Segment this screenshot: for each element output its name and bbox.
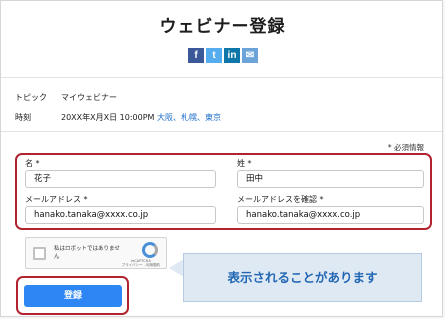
share-bar: f t in ✉ [188, 48, 258, 63]
email-confirm-label: メールアドレスを確認 * [237, 195, 324, 204]
recaptcha-widget: 私はロボットではありません reCAPTCHA プライバシー - 利用規約 [25, 237, 167, 269]
time-label: 時刻 [15, 113, 31, 122]
callout-pointer [169, 259, 184, 277]
time-row: 時刻 20XX年X月X日 10:00PM 大阪、札幌、東京 [15, 112, 221, 123]
twitter-icon[interactable]: t [206, 48, 222, 63]
recaptcha-logo-icon [142, 242, 158, 258]
recaptcha-brand: reCAPTCHA プライバシー - 利用規約 [122, 259, 160, 267]
divider [1, 77, 444, 78]
divider [1, 131, 444, 132]
callout-text: 表示されることがあります [227, 270, 378, 285]
recaptcha-links[interactable]: プライバシー - 利用規約 [122, 263, 160, 267]
time-value-wrap: 20XX年X月X日 10:00PM 大阪、札幌、東京 [61, 112, 221, 123]
topic-row: トピック マイウェビナー [15, 92, 117, 103]
facebook-icon[interactable]: f [188, 48, 204, 63]
last-name-label: 姓 * [237, 159, 252, 168]
topic-value: マイウェビナー [61, 93, 117, 102]
recaptcha-checkbox[interactable] [33, 247, 46, 260]
time-value: 20XX年X月X日 10:00PM [61, 113, 155, 122]
email-confirm-input[interactable]: hanako.tanaka@xxxx.co.jp [237, 206, 424, 224]
first-name-input[interactable]: 花子 [25, 170, 216, 188]
required-note: * 必須情報 [387, 143, 424, 152]
mail-icon[interactable]: ✉ [242, 48, 258, 63]
last-name-input[interactable]: 田中 [237, 170, 424, 188]
recaptcha-text: 私はロボットではありません [54, 246, 120, 260]
topic-label: トピック [15, 93, 47, 102]
timezone-link[interactable]: 大阪、札幌、東京 [157, 113, 221, 122]
register-button[interactable]: 登録 [24, 285, 122, 307]
email-input[interactable]: hanako.tanaka@xxxx.co.jp [25, 206, 216, 224]
page-title: ウェビナー登録 [159, 17, 286, 37]
linkedin-icon[interactable]: in [224, 48, 240, 63]
email-label: メールアドレス * [25, 195, 88, 204]
registration-card: ウェビナー登録 f t in ✉ トピック マイウェビナー 時刻 20XX年X月… [0, 0, 444, 317]
first-name-label: 名 * [25, 159, 40, 168]
